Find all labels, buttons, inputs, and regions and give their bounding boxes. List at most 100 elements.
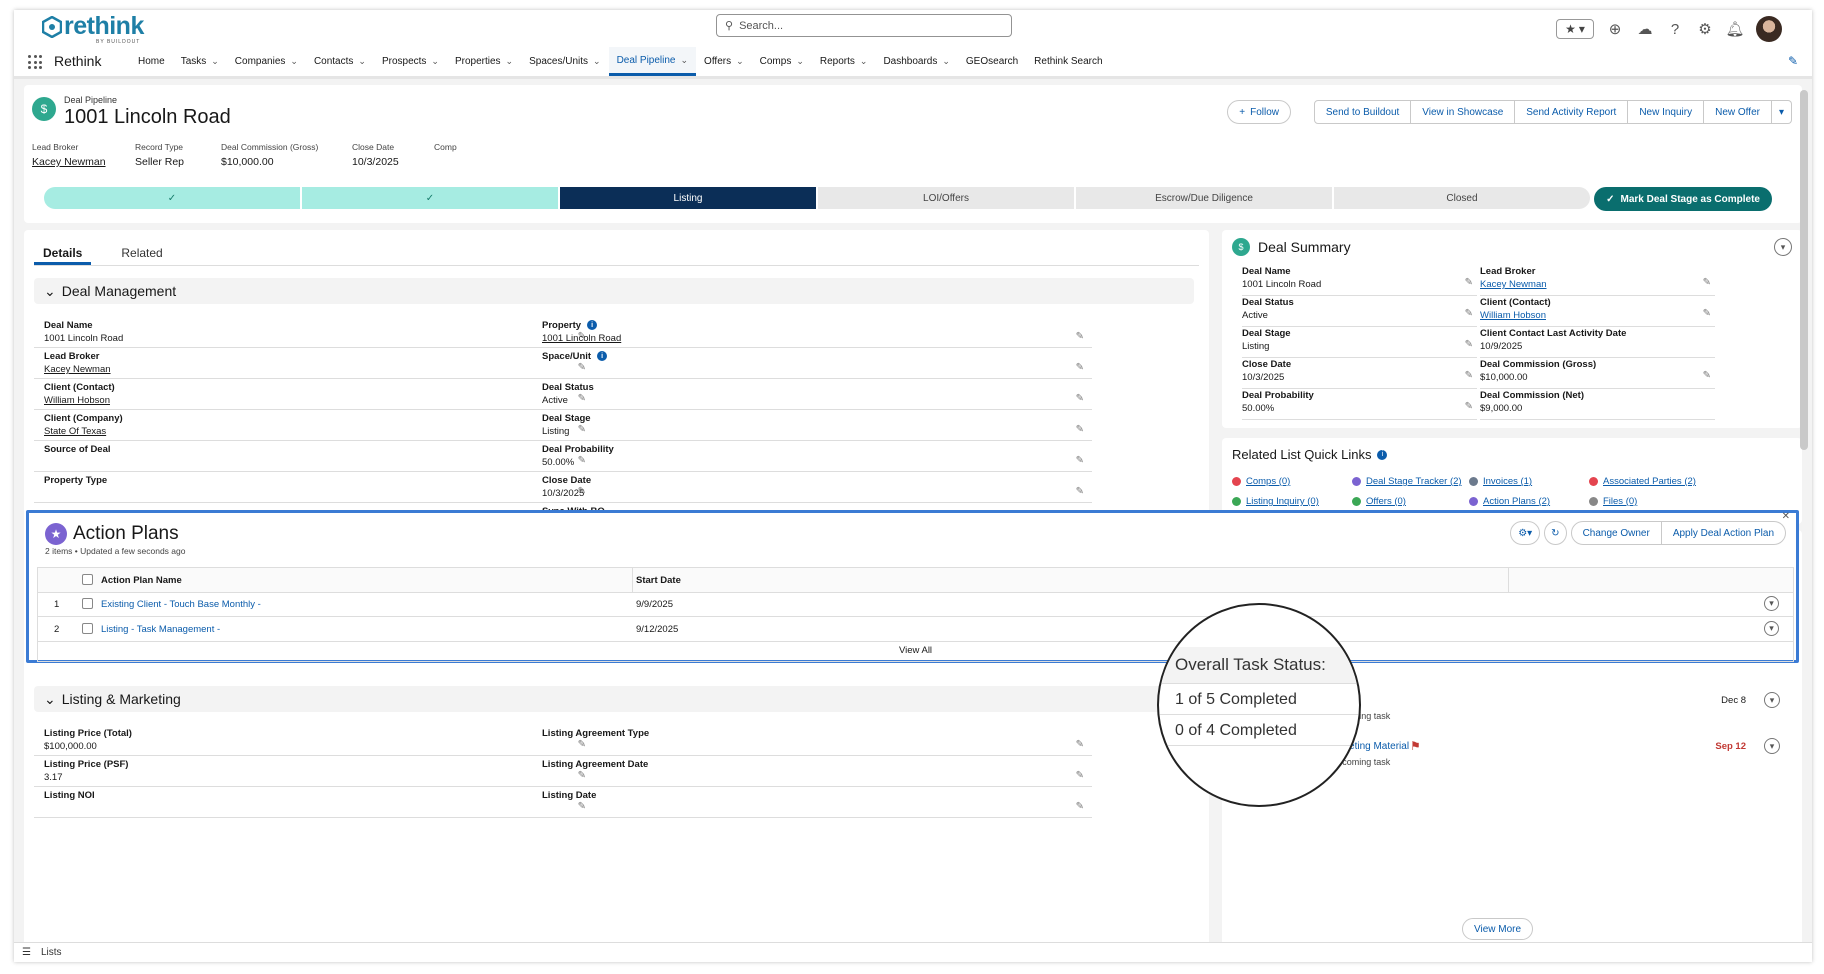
section-listing-marketing[interactable]: ⌄ Listing & Marketing — [34, 686, 1194, 712]
path-step-complete-2[interactable]: ✓ — [302, 187, 558, 209]
path-step-loi-offers[interactable]: LOI/Offers — [818, 187, 1074, 209]
tab-details[interactable]: Details — [34, 238, 92, 265]
info-icon[interactable]: i — [587, 320, 598, 331]
refresh-button[interactable]: ↻ — [1544, 521, 1567, 545]
global-search-input[interactable]: ⚲ Search... — [716, 14, 1012, 37]
tab-related[interactable]: Related — [121, 238, 162, 265]
nav-item-tasks[interactable]: Tasks ⌄ — [173, 47, 227, 76]
action-button-send-to-buildout[interactable]: Send to Buildout — [1313, 100, 1412, 124]
quick-link-label[interactable]: Offers (0) — [1366, 496, 1406, 507]
chevron-down-icon[interactable]: ⌄ — [358, 56, 366, 67]
row-actions-chevron-down-icon[interactable]: ▾ — [1764, 596, 1779, 611]
help-icon[interactable]: ? — [1666, 20, 1684, 38]
pencil-icon[interactable]: ✎ — [1465, 277, 1473, 288]
quick-link-label[interactable]: Associated Parties (2) — [1603, 476, 1696, 487]
view-more-button[interactable]: View More — [1462, 918, 1534, 940]
pencil-icon[interactable]: ✎ — [1076, 331, 1084, 342]
chevron-down-icon[interactable]: ▾ — [1764, 692, 1780, 708]
apply-action-plan-button[interactable]: Apply Deal Action Plan — [1661, 521, 1786, 545]
avatar[interactable] — [1756, 16, 1782, 42]
quick-link-comps-[interactable]: Comps (0) — [1232, 476, 1290, 487]
pencil-icon[interactable]: ✎ — [1076, 393, 1084, 404]
nav-item-contacts[interactable]: Contacts ⌄ — [306, 47, 374, 76]
trailhead-icon[interactable]: ☁ — [1636, 20, 1654, 38]
chevron-down-icon[interactable]: ⌄ — [860, 56, 868, 67]
path-step-closed[interactable]: Closed — [1334, 187, 1590, 209]
action-plan-name-link[interactable]: Listing - Task Management - — [101, 624, 220, 635]
quick-link-files-[interactable]: Files (0) — [1589, 496, 1637, 507]
pencil-icon[interactable]: ✎ — [1703, 308, 1711, 319]
pencil-icon[interactable]: ✎ — [1076, 486, 1084, 497]
pencil-icon[interactable]: ✎ — [1465, 339, 1473, 350]
page-scrollbar[interactable] — [1800, 90, 1808, 450]
pencil-icon[interactable]: ✎ — [1465, 401, 1473, 412]
nav-item-offers[interactable]: Offers ⌄ — [696, 47, 752, 76]
chevron-down-icon[interactable]: ⌄ — [681, 55, 689, 66]
pencil-icon[interactable]: ✎ — [1076, 362, 1084, 373]
nav-item-home[interactable]: Home — [130, 47, 173, 76]
pencil-icon[interactable]: ✎ — [1703, 277, 1711, 288]
quick-link-offers-[interactable]: Offers (0) — [1352, 496, 1406, 507]
nav-item-deal-pipeline[interactable]: Deal Pipeline ⌄ — [608, 47, 697, 76]
view-all-link[interactable]: View All — [38, 640, 1793, 656]
follow-button[interactable]: + Follow — [1227, 100, 1291, 124]
path-step-listing[interactable]: Listing — [560, 187, 816, 209]
action-button-send-activity-report[interactable]: Send Activity Report — [1515, 100, 1629, 124]
action-button-new-offer[interactable]: New Offer — [1704, 100, 1772, 124]
nav-item-rethink-search[interactable]: Rethink Search — [1026, 47, 1110, 76]
favorites-button[interactable]: ★ ▾ — [1556, 19, 1594, 39]
field-value[interactable]: State Of Texas — [44, 426, 106, 437]
more-actions-button[interactable]: ▾ — [1771, 100, 1792, 124]
action-button-view-in-showcase[interactable]: View in Showcase — [1411, 100, 1516, 124]
pencil-icon[interactable]: ✎ — [1076, 801, 1084, 812]
mark-stage-complete-button[interactable]: ✓ Mark Deal Stage as Complete — [1594, 187, 1772, 211]
action-button-new-inquiry[interactable]: New Inquiry — [1628, 100, 1705, 124]
quick-link-label[interactable]: Files (0) — [1603, 496, 1637, 507]
pencil-icon[interactable]: ✎ — [1465, 308, 1473, 319]
change-owner-button[interactable]: Change Owner — [1570, 521, 1662, 545]
quick-link-action-plans-[interactable]: Action Plans (2) — [1469, 496, 1550, 507]
quick-link-label[interactable]: Comps (0) — [1246, 476, 1290, 487]
add-icon[interactable]: ⊕ — [1606, 20, 1624, 38]
pencil-icon[interactable]: ✎ — [1076, 739, 1084, 750]
quick-link-label[interactable]: Listing Inquiry (0) — [1246, 496, 1319, 507]
bell-icon[interactable]: 🔔︎ — [1725, 20, 1744, 38]
quick-link-label[interactable]: Invoices (1) — [1483, 476, 1532, 487]
close-icon[interactable]: ✕ — [1782, 511, 1790, 522]
chevron-down-icon[interactable]: ▾ — [1774, 238, 1792, 256]
section-deal-management[interactable]: ⌄ Deal Management — [34, 278, 1194, 304]
select-all-checkbox[interactable] — [82, 574, 93, 585]
nav-item-companies[interactable]: Companies ⌄ — [227, 47, 306, 76]
nav-item-reports[interactable]: Reports ⌄ — [812, 47, 876, 76]
info-icon[interactable]: i — [1377, 449, 1388, 460]
row-actions-chevron-down-icon[interactable]: ▾ — [1764, 621, 1779, 636]
quick-link-associated-parties-[interactable]: Associated Parties (2) — [1589, 476, 1696, 487]
field-value[interactable]: William Hobson — [44, 395, 110, 406]
chevron-down-icon[interactable]: ⌄ — [736, 56, 744, 67]
pencil-icon[interactable]: ✎ — [1076, 424, 1084, 435]
nav-item-spaces-units[interactable]: Spaces/Units ⌄ — [521, 47, 608, 76]
col-start-date[interactable]: Start Date — [636, 575, 681, 586]
nav-item-dashboards[interactable]: Dashboards ⌄ — [875, 47, 957, 76]
pencil-icon[interactable]: ✎ — [1076, 455, 1084, 466]
chevron-down-icon[interactable]: ⌄ — [942, 56, 950, 67]
field-value[interactable]: Kacey Newman — [44, 364, 111, 375]
row-checkbox[interactable] — [82, 598, 93, 609]
path-step-escrow-due-diligence[interactable]: Escrow/Due Diligence — [1076, 187, 1332, 209]
edit-nav-icon[interactable]: ✎ — [1788, 54, 1798, 68]
nav-item-prospects[interactable]: Prospects ⌄ — [374, 47, 447, 76]
chevron-down-icon[interactable]: ⌄ — [796, 56, 804, 67]
pencil-icon[interactable]: ✎ — [1076, 770, 1084, 781]
quick-link-listing-inquiry-[interactable]: Listing Inquiry (0) — [1232, 496, 1319, 507]
settings-menu-button[interactable]: ⚙▾ — [1510, 521, 1541, 545]
chevron-down-icon[interactable]: ⌄ — [506, 56, 514, 67]
rethink-logo[interactable]: rethink BY BUILDOUT — [42, 12, 144, 45]
col-action-plan-name[interactable]: Action Plan Name — [101, 575, 182, 586]
lists-utility[interactable]: Lists — [41, 947, 62, 958]
gear-icon[interactable]: ⚙ — [1696, 20, 1714, 38]
summary-field-value[interactable]: Kacey Newman — [1480, 279, 1547, 290]
path-step-complete-1[interactable]: ✓ — [44, 187, 300, 209]
info-icon[interactable]: i — [597, 351, 608, 362]
action-plan-name-link[interactable]: Existing Client - Touch Base Monthly - — [101, 599, 261, 610]
nav-item-geosearch[interactable]: GEOsearch — [958, 47, 1026, 76]
